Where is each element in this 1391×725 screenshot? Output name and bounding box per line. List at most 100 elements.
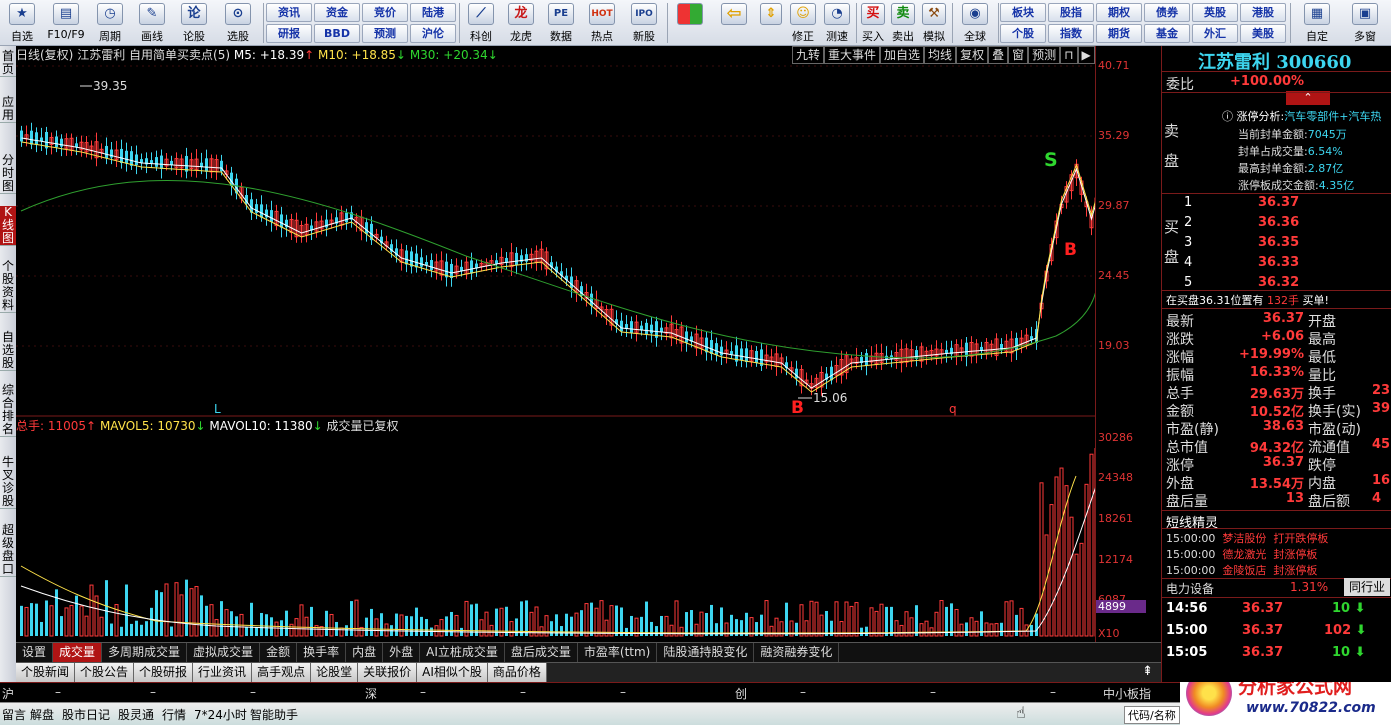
toolbar-index-button[interactable]: 指数 xyxy=(1048,24,1094,43)
play-icon[interactable]: ▶ xyxy=(1077,46,1095,64)
toolbar-fix-button[interactable]: ☺ 修正 xyxy=(786,2,820,44)
toolbar-hot-button[interactable]: HOT 热点 xyxy=(582,2,622,44)
toolbar-sector-button[interactable]: 板块 xyxy=(1000,3,1046,22)
toolbar-uk-stocks-button[interactable]: 英股 xyxy=(1192,3,1238,22)
tab-virtual-volume[interactable]: 虚拟成交量 xyxy=(187,643,261,662)
collapse-panel-button[interactable]: ⌃ xyxy=(1286,91,1330,105)
spirit-row[interactable]: 15:00:00 德龙激光 封涨停板 xyxy=(1166,546,1317,562)
major-events-button[interactable]: 重大事件 xyxy=(824,46,881,64)
toolbar-custom-button[interactable]: ▦ 自定 xyxy=(1294,2,1340,44)
same-industry-button[interactable]: 同行业 xyxy=(1344,578,1391,596)
toolbar-watchlist-button[interactable]: ★ 自选 xyxy=(2,2,42,44)
toolbar-period-button[interactable]: ◷ 周期 xyxy=(90,2,130,44)
toolbar-hk-connect-button[interactable]: 陆港 xyxy=(410,3,456,22)
tab-expert-views[interactable]: 高手观点 xyxy=(252,663,312,682)
toolbar-research-button[interactable]: 研报 xyxy=(266,24,312,43)
nav-watchlist[interactable]: 自选股 xyxy=(0,331,16,371)
toolbar-options-button[interactable]: 期权 xyxy=(1096,3,1142,22)
tab-forum[interactable]: 论股堂 xyxy=(311,663,359,682)
tab-multi-period-volume[interactable]: 多周期成交量 xyxy=(102,643,188,662)
tab-northbound[interactable]: 陆股通持股变化 xyxy=(657,643,755,662)
bid-price[interactable]: 36.37 xyxy=(1258,195,1299,210)
collapse-up-icon[interactable]: ⇞ xyxy=(1142,664,1153,679)
status-message[interactable]: 留言 xyxy=(2,706,26,723)
adjust-button[interactable]: 复权 xyxy=(956,46,989,64)
index-sme[interactable]: 中小板指 xyxy=(1103,685,1151,702)
toolbar-forecast-button[interactable]: 预测 xyxy=(362,24,408,43)
tab-volume[interactable]: 成交量 xyxy=(53,643,103,662)
nav-timeshare[interactable]: 分时图 xyxy=(0,154,16,194)
toolbar-news-button[interactable]: 资讯 xyxy=(266,3,312,22)
toolbar-layout-button[interactable] xyxy=(672,2,708,44)
bid-price[interactable]: 36.36 xyxy=(1258,215,1299,230)
status-gulingtong[interactable]: 股灵通 xyxy=(118,706,154,723)
tab-inner[interactable]: 内盘 xyxy=(346,643,384,662)
toolbar-simulate-button[interactable]: ⚒ 模拟 xyxy=(918,2,950,44)
toolbar-discuss-button[interactable]: 论论股 xyxy=(174,2,214,44)
kline-chart-svg[interactable]: 39.35 15.06 B B S L q xyxy=(16,46,1111,642)
forecast-button[interactable]: 预测 xyxy=(1028,46,1061,64)
nav-kline[interactable]: K线图 xyxy=(0,206,16,246)
nav-ranking[interactable]: 综合排名 xyxy=(0,384,16,437)
toolbar-star-board-button[interactable]: ⟋ 科创 xyxy=(462,2,500,44)
index-shanghai[interactable]: 沪 xyxy=(2,685,14,702)
nav-profile[interactable]: 个股资料 xyxy=(0,260,16,313)
toolbar-multiwindow-button[interactable]: ▣ 多窗 xyxy=(1342,2,1388,44)
toolbar-forex-button[interactable]: 外汇 xyxy=(1192,24,1238,43)
toolbar-updown-button[interactable]: ⇕ xyxy=(758,2,784,44)
toolbar-bonds-button[interactable]: 债券 xyxy=(1144,3,1190,22)
tab-stock-announcements[interactable]: 个股公告 xyxy=(75,663,135,682)
toolbar-ipo-button[interactable]: IPO 新股 xyxy=(624,2,664,44)
toolbar-screener-button[interactable]: ⊙ 选股 xyxy=(216,2,260,44)
toolbar-global-button[interactable]: ◉ 全球 xyxy=(954,2,996,44)
tab-pe-ttm[interactable]: 市盈率(ttm) xyxy=(578,643,658,662)
overlay-button[interactable]: 叠 xyxy=(988,46,1009,64)
toolbar-back-button[interactable]: ⇦ xyxy=(714,2,754,44)
toolbar-stock-index-button[interactable]: 股指 xyxy=(1048,3,1094,22)
code-search-input[interactable]: 代码/名称 xyxy=(1124,706,1180,724)
toolbar-funds-button[interactable]: 资金 xyxy=(314,3,360,22)
nav-diagnosis[interactable]: 牛叉诊股 xyxy=(0,456,16,509)
spirit-row[interactable]: 15:00:00 金陵饭店 封涨停板 xyxy=(1166,562,1317,578)
bid-price[interactable]: 36.32 xyxy=(1258,275,1299,290)
add-watchlist-button[interactable]: 加自选 xyxy=(880,46,925,64)
bid-price[interactable]: 36.33 xyxy=(1258,255,1299,270)
nav-apps[interactable]: 应用 xyxy=(0,96,16,123)
industry-row[interactable]: 电力设备 xyxy=(1166,580,1214,597)
tab-related-quotes[interactable]: 关联报价 xyxy=(358,663,418,682)
toolbar-shanghai-london-button[interactable]: 沪伦 xyxy=(410,24,456,43)
toolbar-f10-button[interactable]: ▤ F10/F9 xyxy=(44,2,88,44)
tab-after-hours-volume[interactable]: 盘后成交量 xyxy=(505,643,578,662)
tab-ai-volume[interactable]: AI立桩成交量 xyxy=(420,643,505,662)
tab-industry-news[interactable]: 行业资讯 xyxy=(193,663,253,682)
tab-commodity-prices[interactable]: 商品价格 xyxy=(487,663,547,682)
ma-lines-button[interactable]: 均线 xyxy=(924,46,957,64)
tab-stock-news[interactable]: 个股新闻 xyxy=(16,663,76,682)
bid-price[interactable]: 36.35 xyxy=(1258,235,1299,250)
nav-home[interactable]: 首页 xyxy=(0,50,16,77)
spirit-row[interactable]: 15:00:00 梦洁股份 打开跌停板 xyxy=(1166,530,1328,546)
toolbar-data-button[interactable]: PE 数据 xyxy=(542,2,580,44)
toolbar-auction-button[interactable]: 竞价 xyxy=(362,3,408,22)
toolbar-speedtest-button[interactable]: ◔ 测速 xyxy=(820,2,854,44)
status-analysis[interactable]: 解盘 xyxy=(30,706,54,723)
toolbar-dragon-tiger-button[interactable]: 龙龙虎 xyxy=(502,2,540,44)
toolbar-stock-button[interactable]: 个股 xyxy=(1000,24,1046,43)
tab-ai-similar[interactable]: AI相似个股 xyxy=(417,663,488,682)
nine-turn-button[interactable]: 九转 xyxy=(792,46,825,64)
tab-settings[interactable]: 设置 xyxy=(16,643,54,662)
tab-margin[interactable]: 融资融券变化 xyxy=(754,643,840,662)
tab-turnover[interactable]: 换手率 xyxy=(297,643,347,662)
toolbar-sell-button[interactable]: 卖卖出 xyxy=(888,2,918,44)
status-diary[interactable]: 股市日记 xyxy=(62,706,110,723)
nav-super-order[interactable]: 超级盘口 xyxy=(0,524,16,577)
tab-amount[interactable]: 金额 xyxy=(260,643,298,662)
limit-up-sector[interactable]: 汽车零部件+汽车热 xyxy=(1284,110,1381,123)
tab-stock-research[interactable]: 个股研报 xyxy=(134,663,194,682)
window-button[interactable]: 窗 xyxy=(1008,46,1029,64)
tab-outer[interactable]: 外盘 xyxy=(383,643,421,662)
toolbar-futures-button[interactable]: 期货 xyxy=(1096,24,1142,43)
status-quotes[interactable]: 行情 xyxy=(162,706,186,723)
status-24h[interactable]: 7*24小时 xyxy=(194,706,247,723)
toolbar-buy-button[interactable]: 买买入 xyxy=(858,2,888,44)
